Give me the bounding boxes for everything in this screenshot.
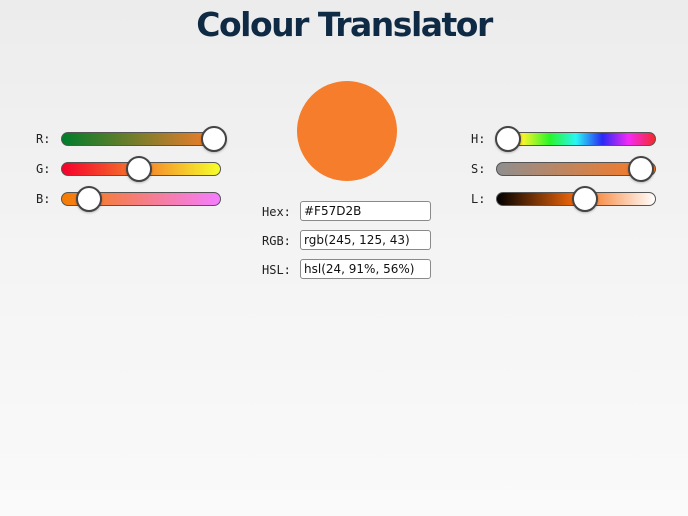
lightness-slider-handle[interactable]	[572, 186, 599, 212]
blue-slider-handle[interactable]	[75, 186, 102, 212]
saturation-slider-track[interactable]	[496, 156, 656, 182]
green-slider-track[interactable]	[61, 156, 221, 182]
rgb-label: RGB:	[262, 234, 291, 248]
hue-slider-handle[interactable]	[494, 126, 521, 152]
red-slider-row: R:	[36, 126, 227, 152]
lightness-slider-row: L:	[471, 186, 661, 212]
red-slider-label: R:	[36, 132, 51, 146]
saturation-slider-label: S:	[471, 162, 486, 176]
hue-slider-label: H:	[471, 132, 486, 146]
green-slider-label: G:	[36, 162, 51, 176]
page-title: Colour Translator	[196, 5, 493, 44]
blue-slider-label: B:	[36, 192, 51, 206]
red-slider-handle[interactable]	[200, 126, 227, 152]
green-slider-row: G:	[36, 156, 226, 182]
saturation-slider-row: S:	[471, 156, 661, 182]
saturation-slider-handle[interactable]	[627, 156, 654, 182]
hsl-input[interactable]	[300, 259, 431, 279]
lightness-slider-track[interactable]	[496, 186, 656, 212]
hex-field-row: Hex:	[262, 201, 434, 223]
rgb-input[interactable]	[300, 230, 431, 250]
hsl-field-row: HSL:	[262, 259, 434, 281]
blue-slider-row: B:	[36, 186, 226, 212]
hsl-label: HSL:	[262, 263, 291, 277]
lightness-slider-label: L:	[471, 192, 486, 206]
hue-slider-row: H:	[471, 126, 661, 152]
hex-label: Hex:	[262, 205, 291, 219]
green-slider-handle[interactable]	[126, 156, 153, 182]
rgb-field-row: RGB:	[262, 230, 434, 252]
hex-input[interactable]	[300, 201, 431, 221]
red-slider-track[interactable]	[61, 126, 227, 152]
hue-slider-track[interactable]	[494, 126, 656, 152]
blue-slider-track[interactable]	[61, 186, 221, 212]
colour-preview-swatch	[297, 81, 397, 181]
